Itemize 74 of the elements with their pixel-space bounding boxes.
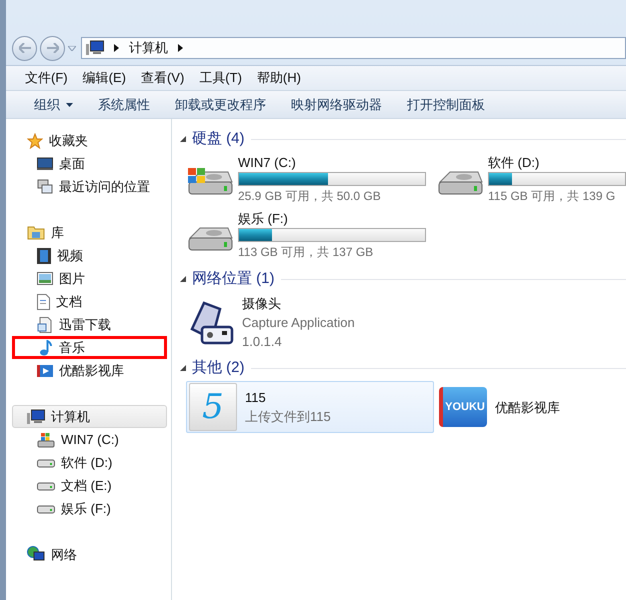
collapse-triangle-icon[interactable] bbox=[180, 276, 186, 282]
nav-item[interactable]: 优酷影视库 bbox=[12, 359, 167, 382]
group-header[interactable]: 其他 (2) bbox=[192, 356, 244, 380]
breadcrumb-item[interactable]: 计算机 bbox=[129, 38, 168, 58]
system-drive-icon bbox=[37, 432, 55, 448]
command-button[interactable]: 打开控制面板 bbox=[397, 94, 495, 114]
nav-item[interactable]: WIN7 (C:) bbox=[12, 428, 167, 451]
collapse-triangle-icon[interactable] bbox=[180, 136, 186, 142]
drive-name[interactable]: 娱乐 (F:) bbox=[238, 210, 436, 228]
network-globe-icon bbox=[27, 546, 45, 563]
menu-item[interactable]: 帮助(H) bbox=[250, 68, 308, 88]
hard-drive-icon bbox=[37, 480, 55, 490]
nav-item[interactable]: 网络 bbox=[12, 543, 167, 566]
nav-item[interactable]: 迅雷下载 bbox=[12, 313, 167, 336]
nav-item[interactable]: 计算机 bbox=[12, 405, 167, 428]
command-button[interactable]: 卸载或更改程序 bbox=[165, 94, 276, 114]
music-note-icon bbox=[39, 340, 53, 356]
nav-item[interactable]: 文档 (E:) bbox=[12, 474, 167, 497]
hard-drive-icon bbox=[37, 504, 55, 514]
drive-space-text: 25.9 GB 可用，共 50.0 GB bbox=[238, 188, 382, 205]
file-tile[interactable]: 5 115 上传文件到115 bbox=[186, 381, 434, 433]
nav-item[interactable]: 桌面 bbox=[12, 152, 167, 175]
nav-item[interactable]: 库 bbox=[12, 221, 167, 244]
menu-item[interactable]: 查看(V) bbox=[134, 68, 192, 88]
menu-item[interactable]: 编辑(E) bbox=[76, 68, 133, 88]
app-logo-icon: 5 bbox=[189, 383, 237, 431]
file-tile[interactable]: YOUKU 优酷影视库 bbox=[436, 381, 626, 433]
document-icon bbox=[37, 294, 50, 310]
device-name[interactable]: 摄像头 bbox=[242, 294, 355, 313]
command-button[interactable]: 映射网络驱动器 bbox=[281, 94, 392, 114]
star-icon bbox=[27, 132, 43, 148]
device-detail-text: 1.0.1.4 bbox=[242, 333, 283, 351]
hard-drive-icon bbox=[37, 458, 55, 468]
device-detail-text: Capture Application bbox=[242, 314, 355, 332]
nav-item[interactable]: 视频 bbox=[12, 244, 167, 267]
monitor-icon bbox=[37, 156, 53, 170]
drive-space-text: 113 GB 可用，共 137 GB bbox=[238, 244, 374, 261]
drive-name[interactable]: WIN7 (C:) bbox=[238, 154, 436, 172]
drive-space-text: 115 GB 可用，共 139 G bbox=[488, 188, 616, 205]
nav-item[interactable]: 文档 bbox=[12, 290, 167, 313]
drive-name[interactable]: 软件 (D:) bbox=[488, 154, 626, 172]
nav-item[interactable]: 收藏夹 bbox=[12, 129, 167, 152]
group-header[interactable]: 硬盘 (4) bbox=[192, 128, 244, 150]
command-button[interactable]: 系统属性 bbox=[88, 94, 160, 114]
back-arrow-icon bbox=[18, 43, 30, 53]
nav-item[interactable]: 最近访问的位置 bbox=[12, 175, 167, 198]
recent-places-icon bbox=[37, 178, 53, 194]
item-description: 上传文件到115 bbox=[245, 408, 331, 426]
film-strip-icon bbox=[37, 248, 51, 264]
nav-item[interactable]: 娱乐 (F:) bbox=[12, 497, 167, 520]
nav-item[interactable]: 音乐 bbox=[12, 336, 167, 359]
breadcrumb-arrow-icon[interactable] bbox=[178, 44, 183, 52]
menu-item[interactable]: 文件(F) bbox=[18, 68, 75, 88]
collapse-triangle-icon[interactable] bbox=[180, 365, 186, 371]
video-folder-icon bbox=[37, 363, 53, 378]
item-name: 优酷影视库 bbox=[495, 398, 560, 416]
folder-logo-icon: YOUKU bbox=[439, 387, 487, 427]
picture-icon bbox=[37, 272, 53, 285]
breadcrumb-arrow-icon[interactable] bbox=[114, 44, 119, 52]
forward-arrow-icon bbox=[46, 43, 58, 53]
nav-item[interactable]: 图片 bbox=[12, 267, 167, 290]
menu-item[interactable]: 工具(T) bbox=[192, 68, 249, 88]
library-folder-icon bbox=[27, 225, 45, 240]
nav-item[interactable]: 软件 (D:) bbox=[12, 451, 167, 474]
computer-icon bbox=[86, 40, 104, 56]
back-button[interactable] bbox=[12, 36, 37, 60]
forward-button[interactable] bbox=[40, 36, 65, 60]
computer-icon bbox=[27, 408, 45, 424]
dropdown-caret-icon bbox=[66, 102, 73, 106]
item-name: 115 bbox=[245, 389, 267, 407]
address-bar[interactable]: 计算机 bbox=[81, 37, 626, 59]
group-header[interactable]: 网络位置 (1) bbox=[192, 268, 274, 290]
command-button[interactable]: 组织 bbox=[24, 94, 83, 114]
download-folder-icon bbox=[37, 316, 53, 332]
